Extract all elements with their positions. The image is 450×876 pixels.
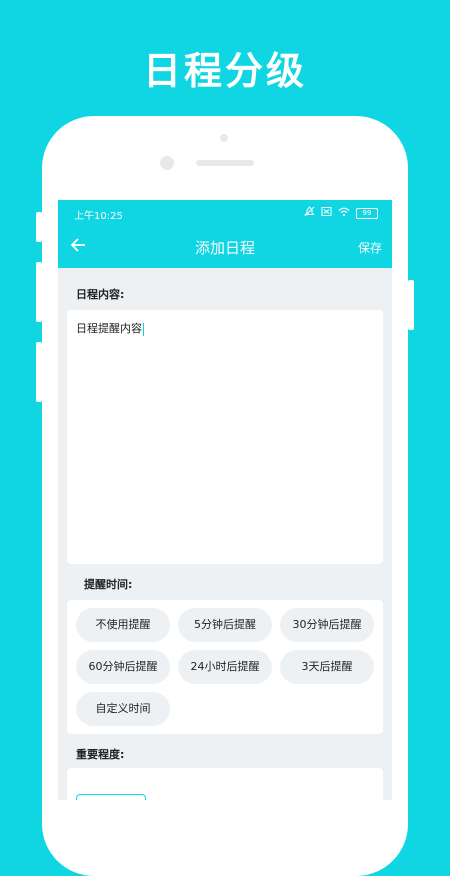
importance-option[interactable] xyxy=(76,794,146,800)
reminder-option-3days[interactable]: 3天后提醒 xyxy=(280,650,374,684)
reminder-option-custom[interactable]: 自定义时间 xyxy=(76,692,170,726)
importance-options xyxy=(67,768,383,800)
content-label: 日程内容: xyxy=(76,288,125,301)
battery-icon: 99 xyxy=(356,208,378,219)
status-bar: 上午10:25 99 xyxy=(58,200,392,226)
page-title: 添加日程 xyxy=(194,239,255,257)
phone-side-button xyxy=(408,280,414,330)
reminder-label: 提醒时间: xyxy=(84,578,133,591)
content-text: 日程提醒内容 xyxy=(76,322,142,335)
reminder-option-30min[interactable]: 30分钟后提醒 xyxy=(280,608,374,642)
phone-speaker xyxy=(196,160,254,166)
reminder-option-24h[interactable]: 24小时后提醒 xyxy=(178,650,272,684)
reminder-options: 不使用提醒 5分钟后提醒 30分钟后提醒 60分钟后提醒 24小时后提醒 3天后… xyxy=(67,600,383,734)
wifi-icon xyxy=(338,207,350,221)
importance-label: 重要程度: xyxy=(76,748,125,761)
text-cursor xyxy=(143,322,144,336)
reminder-option-60min[interactable]: 60分钟后提醒 xyxy=(76,650,170,684)
phone-sensor xyxy=(220,134,228,142)
sim-off-icon xyxy=(321,206,332,221)
mute-icon xyxy=(304,206,315,221)
status-time: 上午10:25 xyxy=(74,211,123,222)
app-screen: 上午10:25 99 添加日程 保存 日程内容: 日程提醒内容 提醒时间: 不使… xyxy=(58,200,392,800)
status-icons: 99 xyxy=(304,206,378,221)
promo-title: 日程分级 xyxy=(142,49,307,93)
reminder-option-none[interactable]: 不使用提醒 xyxy=(76,608,170,642)
reminder-option-5min[interactable]: 5分钟后提醒 xyxy=(178,608,272,642)
navbar: 添加日程 保存 xyxy=(58,226,392,268)
content-input[interactable]: 日程提醒内容 xyxy=(67,310,383,564)
save-button[interactable]: 保存 xyxy=(358,239,382,256)
phone-camera xyxy=(160,156,174,170)
